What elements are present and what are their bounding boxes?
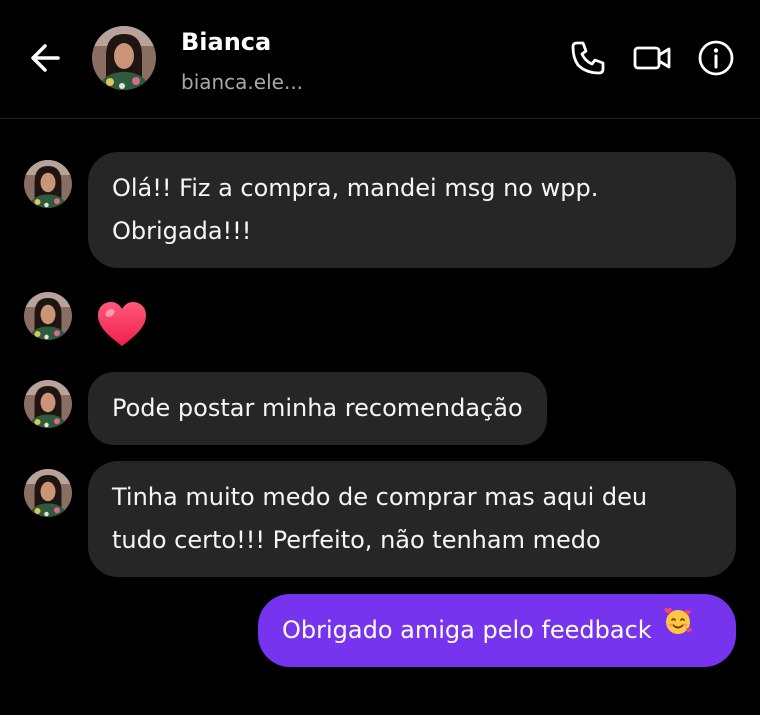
info-icon xyxy=(698,40,734,76)
sender-avatar[interactable] xyxy=(24,469,72,517)
incoming-message[interactable]: Tinha muito medo de comprar mas aqui deu… xyxy=(88,461,736,577)
message-line: Pode postar minha recomendação xyxy=(112,394,523,422)
message-line: Tinha muito medo de comprar mas aqui deu xyxy=(112,483,648,511)
heart-emoji-message[interactable] xyxy=(96,300,148,348)
sender-avatar[interactable] xyxy=(24,380,72,428)
back-button[interactable] xyxy=(22,38,68,78)
video-camera-icon xyxy=(633,46,671,70)
sender-avatar[interactable] xyxy=(24,160,72,208)
back-arrow-icon xyxy=(31,44,60,72)
chat-header: Bianca bianca.ele... xyxy=(0,0,760,119)
message-line: tudo certo!!! Perfeito, não tenham medo xyxy=(112,526,601,554)
message-text: Obrigado amiga pelo feedback xyxy=(282,616,652,644)
incoming-message[interactable]: Pode postar minha recomendação xyxy=(88,372,547,445)
incoming-message[interactable]: Olá!! Fiz a compra, mandei msg no wpp. O… xyxy=(88,152,736,268)
smiling-face-with-hearts-icon xyxy=(662,605,694,651)
outgoing-message[interactable]: Obrigado amiga pelo feedback xyxy=(258,594,736,667)
contact-avatar[interactable] xyxy=(92,26,156,90)
sender-avatar[interactable] xyxy=(24,292,72,340)
message-line: Obrigada!!! xyxy=(112,217,252,245)
video-call-button[interactable] xyxy=(632,38,672,78)
message-line: Olá!! Fiz a compra, mandei msg no wpp. xyxy=(112,174,599,202)
phone-icon xyxy=(571,41,605,75)
heart-emoji-icon xyxy=(98,302,146,346)
contact-name[interactable]: Bianca xyxy=(181,28,271,56)
conversation-info-button[interactable] xyxy=(696,38,736,78)
contact-handle[interactable]: bianca.ele... xyxy=(181,70,303,94)
audio-call-button[interactable] xyxy=(568,38,608,78)
